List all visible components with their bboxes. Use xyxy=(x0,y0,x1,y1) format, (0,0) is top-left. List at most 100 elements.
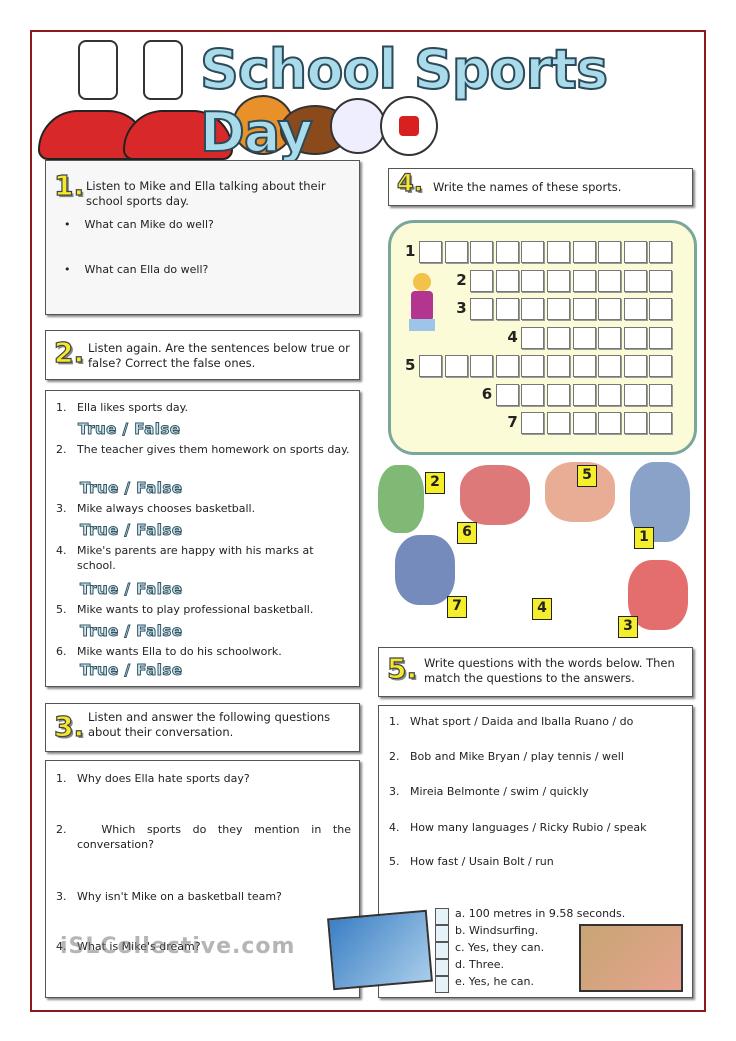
crossword-cell[interactable] xyxy=(419,241,442,263)
crossword-cell[interactable] xyxy=(623,383,647,406)
crossword-cell[interactable] xyxy=(521,326,545,349)
match-box[interactable] xyxy=(435,908,449,925)
crossword-cell[interactable] xyxy=(547,412,570,434)
crossword-cell[interactable] xyxy=(598,241,622,263)
crossword-cell[interactable] xyxy=(547,383,570,406)
sport-illustration xyxy=(460,465,530,525)
match-box[interactable] xyxy=(435,925,449,942)
crossword-cell[interactable] xyxy=(547,326,570,349)
section-number: 1. xyxy=(53,168,85,202)
crossword-cell[interactable] xyxy=(470,298,494,320)
crossword-cell[interactable] xyxy=(444,241,468,263)
crossword-cell[interactable] xyxy=(444,355,468,377)
section-number: 2. xyxy=(53,335,85,369)
crossword-cell[interactable] xyxy=(623,326,647,349)
list-item: 1. What sport / Daida and Iballa Ruano /… xyxy=(389,715,634,728)
section-3-instruction: Listen and answer the following question… xyxy=(88,710,331,739)
crossword-row-number: 1 xyxy=(405,242,416,260)
sport-number-tag: 2 xyxy=(425,472,445,494)
crossword-cell[interactable] xyxy=(623,355,647,377)
sport-number-tag: 7 xyxy=(447,596,467,618)
crossword-cell[interactable] xyxy=(495,355,519,377)
true-false-option[interactable]: True / False xyxy=(80,521,183,540)
crossword-cell[interactable] xyxy=(598,383,622,406)
crossword-cell[interactable] xyxy=(521,298,545,320)
crossword-cell[interactable] xyxy=(419,355,442,377)
crossword-cell[interactable] xyxy=(623,412,647,434)
crossword-cell[interactable] xyxy=(521,383,545,406)
crossword-cell[interactable] xyxy=(649,383,673,406)
tennis-players-photo xyxy=(327,909,433,991)
section-number: 4. xyxy=(396,168,423,197)
sport-number-tag: 5 xyxy=(577,465,597,487)
crossword-cell[interactable] xyxy=(572,241,596,263)
answer-item: a. 100 metres in 9.58 seconds. xyxy=(455,907,626,920)
section-1-box: 1. Listen to Mike and Ella talking about… xyxy=(45,160,360,315)
list-item: 1. Why does Ella hate sports day? xyxy=(56,772,250,785)
crossword-cell[interactable] xyxy=(521,269,545,292)
true-false-option[interactable]: True / False xyxy=(80,479,183,498)
section-4-header: 4. Write the names of these sports. xyxy=(388,168,693,206)
crossword-cell[interactable] xyxy=(547,269,570,292)
crossword-cell[interactable] xyxy=(598,269,622,292)
crossword-cell[interactable] xyxy=(572,412,596,434)
crossword-cell[interactable] xyxy=(649,412,673,434)
crossword-cell[interactable] xyxy=(521,355,545,377)
crossword-cell[interactable] xyxy=(623,269,647,292)
crossword-row-number: 7 xyxy=(507,413,518,431)
sport-number-tag: 1 xyxy=(634,527,654,549)
crossword-cell[interactable] xyxy=(649,241,673,263)
crossword-row-number: 4 xyxy=(507,327,518,346)
crossword-cell[interactable] xyxy=(470,355,494,377)
crossword-cell[interactable] xyxy=(623,298,647,320)
crossword-cell[interactable] xyxy=(649,269,673,292)
crossword-cell[interactable] xyxy=(572,355,596,377)
crossword-cell[interactable] xyxy=(470,269,494,292)
answer-item: b. Windsurfing. xyxy=(455,924,539,937)
crossword-cell[interactable] xyxy=(495,298,519,320)
crossword-cell[interactable] xyxy=(495,269,519,292)
crossword-cell[interactable] xyxy=(649,355,673,377)
crossword-grid: 1 2 3 4 5 67 xyxy=(388,220,697,455)
crossword-cell[interactable] xyxy=(547,241,570,263)
crossword-cell[interactable] xyxy=(572,383,596,406)
list-item: 5. How fast / Usain Bolt / run xyxy=(389,855,554,868)
crossword-cell[interactable] xyxy=(598,326,622,349)
crossword-cell[interactable] xyxy=(547,355,570,377)
sport-illustration xyxy=(395,535,455,605)
answer-item: d. Three. xyxy=(455,958,504,971)
true-false-option[interactable]: True / False xyxy=(78,420,181,439)
crossword-cell[interactable] xyxy=(495,383,519,406)
match-box[interactable] xyxy=(435,976,449,993)
crossword-cell[interactable] xyxy=(598,412,622,434)
true-false-list: 1. Ella likes sports day. True / False 2… xyxy=(45,390,360,687)
questions-list: 1. Why does Ella hate sports day? 2. Whi… xyxy=(45,760,360,998)
section-4-instruction: Write the names of these sports. xyxy=(433,180,622,194)
true-false-option[interactable]: True / False xyxy=(80,622,183,641)
crossword-cell[interactable] xyxy=(598,355,622,377)
crossword-cell[interactable] xyxy=(572,326,596,349)
section-1-instruction: Listen to Mike and Ella talking about th… xyxy=(86,179,326,208)
sport-illustration xyxy=(378,465,424,533)
crossword-cell[interactable] xyxy=(649,298,673,320)
crossword-cell[interactable] xyxy=(495,241,519,263)
crossword-cell[interactable] xyxy=(649,326,673,349)
list-item: 6. Mike wants Ella to do his schoolwork. xyxy=(56,645,282,658)
list-item: 1. Ella likes sports day. xyxy=(56,401,189,414)
section-2-header: 2. Listen again. Are the sentences below… xyxy=(45,330,360,380)
crossword-cell[interactable] xyxy=(572,269,596,292)
crossword-cell[interactable] xyxy=(547,298,570,320)
match-box[interactable] xyxy=(435,959,449,976)
match-box[interactable] xyxy=(435,942,449,959)
list-item: 4. How many languages / Ricky Rubio / sp… xyxy=(389,821,647,834)
crossword-cell[interactable] xyxy=(572,298,596,320)
crossword-cell[interactable] xyxy=(598,298,622,320)
crossword-cell[interactable] xyxy=(521,241,545,263)
answer-item: e. Yes, he can. xyxy=(455,975,535,988)
true-false-option[interactable]: True / False xyxy=(80,661,183,680)
true-false-option[interactable]: True / False xyxy=(80,580,183,599)
crossword-cell[interactable] xyxy=(470,241,494,263)
crossword-cell[interactable] xyxy=(623,241,647,263)
bullet-question: • What can Mike do well? xyxy=(64,218,214,231)
crossword-cell[interactable] xyxy=(521,412,545,434)
